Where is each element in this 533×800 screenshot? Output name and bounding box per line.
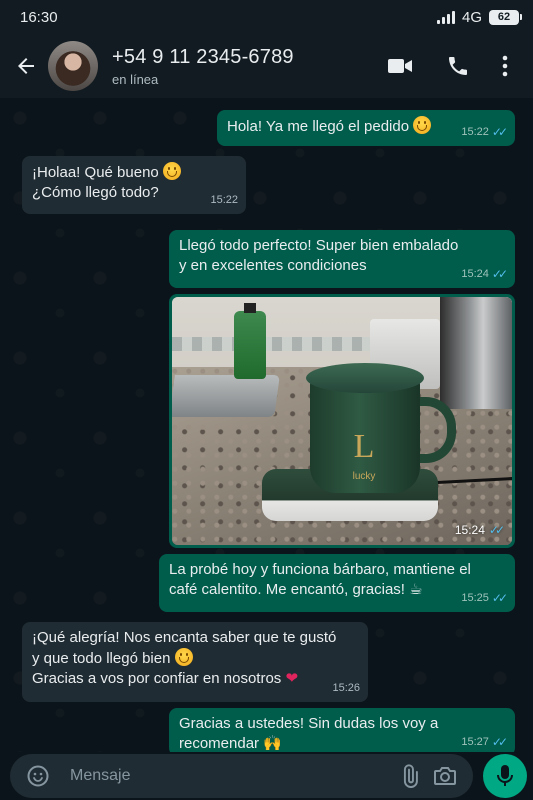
smiling-face-emoji-icon (162, 162, 181, 180)
message-text-line1: ¡Holaa! Qué bueno (32, 164, 159, 181)
read-ticks-icon: ✓✓ (491, 591, 508, 605)
product-photo[interactable]: L lucky 15:24 ✓✓ (172, 297, 512, 545)
emoji-button[interactable] (20, 758, 56, 794)
contact-info[interactable]: +54 9 11 2345-6789 en línea (112, 46, 371, 87)
mug-lid (306, 363, 424, 393)
message-text-line2: y que todo llegó bien (32, 650, 171, 667)
message-outgoing[interactable]: La probé hoy y funciona bárbaro, mantien… (159, 554, 515, 612)
message-outgoing[interactable]: Llegó todo perfecto! Super bien embalado… (169, 230, 515, 288)
message-text-line2: café calentito. Me encantó, gracias! (169, 581, 405, 598)
chat-area[interactable]: Hola! Ya me llegó el pedido 15:22 ✓✓ ¡Ho… (0, 98, 533, 752)
message-text: Hola! Ya me llegó el pedido (227, 118, 410, 135)
message-incoming[interactable]: ¡Qué alegría! Nos encanta saber que te g… (22, 622, 368, 702)
video-call-button[interactable] (371, 46, 429, 86)
message-meta: 15:22 ✓✓ (461, 122, 508, 142)
mug-logo-text: lucky (352, 471, 376, 482)
signal-icon (436, 10, 455, 24)
raising-hands-emoji-icon: 🙌 (263, 735, 282, 752)
message-time: 15:27 (461, 736, 489, 748)
coffee-emoji-icon: ☕ (409, 581, 423, 598)
message-meta: 15:24 ✓✓ (454, 520, 505, 540)
message-text-line1: Gracias a ustedes! Sin dudas los voy a (179, 715, 439, 732)
message-outgoing[interactable]: Gracias a ustedes! Sin dudas los voy a r… (169, 708, 515, 752)
microphone-icon (497, 765, 513, 786)
kitchen-sink (172, 375, 280, 417)
message-input[interactable] (70, 767, 391, 785)
message-time: 15:26 (332, 682, 360, 694)
more-vertical-icon (502, 55, 508, 77)
read-ticks-icon: ✓✓ (491, 735, 508, 749)
message-time: 15:25 (461, 592, 489, 604)
message-incoming[interactable]: ¡Holaa! Qué bueno ¿Cómo llegó todo? 15:2… (22, 156, 246, 214)
message-outgoing[interactable]: Hola! Ya me llegó el pedido 15:22 ✓✓ (217, 110, 515, 146)
smiling-face-emoji-icon (174, 648, 193, 666)
kettle (440, 297, 512, 409)
message-image[interactable]: L lucky 15:24 ✓✓ (169, 294, 515, 548)
message-text-line2: ¿Cómo llegó todo? (32, 184, 159, 201)
camera-icon (434, 767, 456, 785)
video-camera-icon (388, 59, 412, 73)
attach-button[interactable] (391, 758, 427, 794)
smiling-face-emoji-icon (413, 116, 432, 134)
read-ticks-icon: ✓✓ (491, 125, 508, 139)
message-time: 15:24 (454, 523, 485, 537)
avatar[interactable] (48, 41, 98, 91)
battery-icon: 62 (489, 9, 522, 25)
phone-icon (449, 57, 467, 75)
status-time: 16:30 (20, 8, 58, 26)
soap-bottle (234, 303, 266, 379)
menu-button[interactable] (487, 46, 523, 86)
message-time: 15:24 (461, 268, 489, 280)
emoji-icon (27, 765, 49, 787)
message-time: 15:22 (210, 194, 238, 206)
camera-button[interactable] (427, 758, 463, 794)
contact-name: +54 9 11 2345-6789 (112, 45, 294, 68)
message-meta: 15:22 (210, 190, 238, 210)
voice-message-button[interactable] (483, 754, 527, 798)
heart-emoji-icon: ❤ (285, 670, 299, 687)
arrow-left-icon (18, 58, 34, 74)
read-ticks-icon: ✓✓ (488, 523, 505, 537)
battery-level: 62 (497, 11, 511, 23)
message-text-line1: La probé hoy y funciona bárbaro, mantien… (169, 561, 471, 578)
message-composer (0, 752, 533, 800)
paperclip-icon (403, 764, 418, 788)
message-text-line2: recomendar (179, 735, 260, 752)
voice-call-button[interactable] (429, 46, 487, 86)
message-text-line1: Llegó todo perfecto! Super bien embalado (179, 237, 459, 254)
message-meta: 15:26 (332, 678, 360, 698)
status-indicators: 4G 62 (436, 8, 522, 26)
message-text-line2: y en excelentes condiciones (179, 257, 367, 274)
read-ticks-icon: ✓✓ (491, 267, 508, 281)
message-input-pill[interactable] (10, 754, 473, 798)
message-text-line3: Gracias a vos por confiar en nosotros (32, 670, 282, 687)
back-button[interactable] (10, 50, 42, 82)
status-bar: 16:30 4G 62 (0, 0, 533, 34)
mug-logo-letter: L (353, 428, 375, 465)
message-meta: 15:24 ✓✓ (461, 264, 508, 284)
message-meta: 15:25 ✓✓ (461, 588, 508, 608)
message-text-line1: ¡Qué alegría! Nos encanta saber que te g… (32, 629, 337, 646)
chat-header: +54 9 11 2345-6789 en línea (0, 34, 533, 98)
contact-status: en línea (112, 71, 159, 87)
network-type: 4G (461, 8, 482, 26)
message-meta: 15:27 ✓✓ (461, 732, 508, 752)
message-time: 15:22 (461, 126, 489, 138)
